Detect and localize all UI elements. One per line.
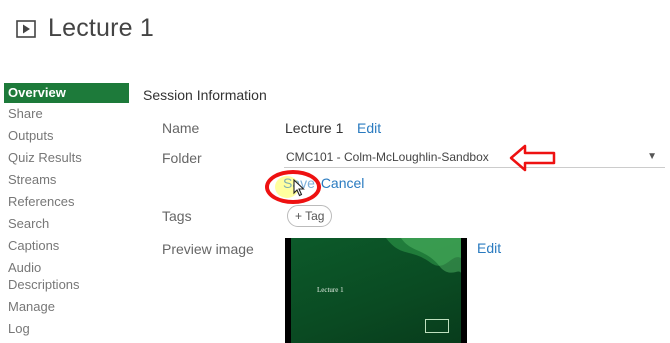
red-arrow-annotation-icon (509, 144, 556, 172)
sidebar: Overview Share Outputs Quiz Results Stre… (4, 83, 129, 340)
chevron-down-icon[interactable]: ▼ (647, 146, 657, 168)
section-title: Session Information (143, 87, 267, 103)
page-title: Lecture 1 (48, 14, 155, 42)
folder-select[interactable]: CMC101 - Colm-McLoughlin-Sandbox ▼ (284, 146, 665, 168)
edit-preview-link[interactable]: Edit (477, 240, 501, 256)
sidebar-item-overview[interactable]: Overview (4, 83, 129, 103)
sidebar-item-log[interactable]: Log (4, 318, 129, 340)
cancel-button[interactable]: Cancel (321, 175, 365, 191)
mouse-cursor-icon (293, 179, 305, 197)
session-name: Lecture 1 (285, 120, 344, 136)
page-header: Lecture 1 (16, 14, 154, 43)
sidebar-item-manage[interactable]: Manage (4, 296, 129, 318)
sidebar-item-references[interactable]: References (4, 191, 129, 213)
add-tag-button[interactable]: + Tag (287, 205, 333, 227)
play-icon (16, 19, 36, 38)
folder-label: Folder (162, 150, 202, 166)
tags-label: Tags (162, 208, 192, 224)
sidebar-item-captions[interactable]: Captions (4, 235, 129, 257)
sidebar-item-share[interactable]: Share (4, 103, 129, 125)
sidebar-item-outputs[interactable]: Outputs (4, 125, 129, 147)
name-label: Name (162, 120, 200, 136)
folder-value: CMC101 - Colm-McLoughlin-Sandbox (286, 150, 489, 164)
sidebar-item-streams[interactable]: Streams (4, 169, 129, 191)
university-logo-icon (425, 319, 449, 333)
preview-image-label: Preview image (162, 241, 254, 257)
slide-title: Lecture 1 (317, 286, 344, 294)
edit-name-link[interactable]: Edit (357, 120, 381, 136)
sidebar-item-audio-descriptions[interactable]: Audio Descriptions (4, 257, 88, 296)
preview-slide: Lecture 1 (291, 238, 461, 343)
preview-image: Lecture 1 (285, 238, 467, 343)
sidebar-item-search[interactable]: Search (4, 213, 129, 235)
sidebar-item-quiz-results[interactable]: Quiz Results (4, 147, 129, 169)
